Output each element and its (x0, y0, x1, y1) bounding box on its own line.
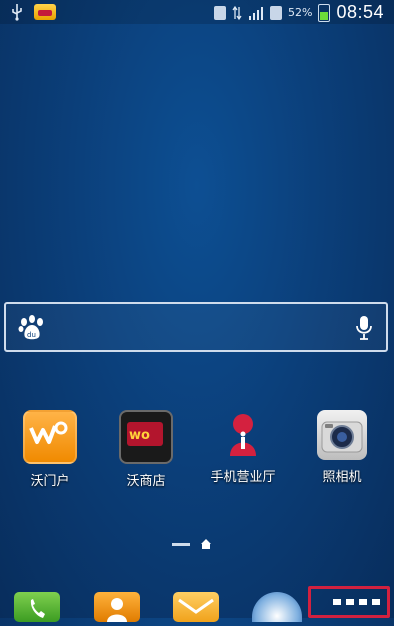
status-bar[interactable]: 52% 08:54 (0, 0, 394, 24)
data-arrows-icon (232, 5, 242, 20)
search-widget[interactable]: du (4, 302, 388, 352)
page-indicator (172, 538, 212, 550)
battery-percent: 52% (288, 6, 313, 19)
baidu-paw-icon[interactable]: du (16, 314, 48, 342)
signal-icon (249, 6, 263, 20)
microphone-icon[interactable] (356, 315, 372, 341)
usb-icon (12, 4, 22, 21)
battery-icon (318, 3, 331, 22)
app-label: 沃门户 (30, 474, 70, 489)
app-label: 手机营业厅 (210, 470, 276, 485)
svg-text:du: du (27, 331, 36, 339)
app-label: 沃商店 (126, 474, 166, 489)
camera-icon (317, 410, 367, 460)
mobile-hall-icon (218, 410, 268, 460)
clock: 08:54 (336, 2, 384, 22)
sim-icon (270, 5, 282, 20)
app-wo-store[interactable]: wo 沃商店 (100, 410, 192, 489)
app-label: 照相机 (322, 470, 362, 485)
app-camera[interactable]: 照相机 (296, 410, 388, 485)
page-dash (172, 542, 190, 546)
dock (0, 586, 394, 622)
wo-portal-icon (23, 410, 77, 464)
wo-store-icon: wo (119, 410, 173, 464)
svg-text:wo: wo (129, 428, 150, 443)
alarm-icon (214, 5, 226, 20)
notification-app-icon (34, 4, 56, 20)
apps-drawer-icon[interactable] (308, 586, 390, 618)
home-page-icon (201, 539, 211, 549)
app-mobile-hall[interactable]: 手机营业厅 (197, 410, 289, 485)
app-wo-portal[interactable]: 沃门户 (4, 410, 96, 489)
